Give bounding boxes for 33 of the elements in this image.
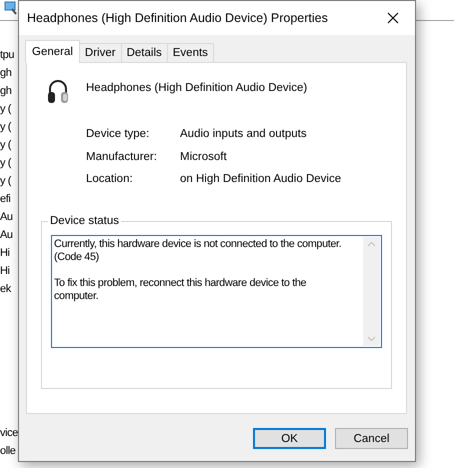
dialog-button[interactable]: Cancel [335,428,408,449]
tree-item-text: vice [0,426,18,441]
group-title: Device status [48,214,122,228]
property-label: Location: [86,172,134,187]
tree-item-text: y ( [0,174,12,189]
tree-item-text: y ( [0,156,12,171]
tab[interactable]: General [25,40,80,63]
property-value: Audio inputs and outputs [180,127,307,142]
headphones-icon [47,78,69,106]
window-title: Headphones (High Definition Audio Device) Properties [27,10,329,27]
tree-item-text: y ( [0,102,12,117]
device-name: Headphones (High Definition Audio Device) [86,81,308,96]
property-label: Device type: [86,127,150,142]
search-icon[interactable] [4,1,18,15]
tree-item-text: Au [0,228,13,243]
property-value: on High Definition Audio Device [180,172,342,187]
tree-item-text: tpu [0,48,14,63]
tree-item-text: Hi [0,264,10,279]
property-value: Microsoft [180,150,227,164]
close-icon[interactable] [387,12,399,24]
tree-item-text: efi [0,192,10,207]
tree-item-text: y ( [0,120,12,135]
tree-item-text: olle [0,444,16,459]
property-label: Manufacturer: [86,150,158,164]
tree-item-text: gh [0,66,12,81]
tree-item-text: ek [0,282,11,297]
tree-item-text: y ( [0,138,12,153]
status-text-field[interactable]: Currently, this hardware device is not connected to the computer. (Code 45) To fix this problem, reconnect this hardware device to the computer. [51,234,382,348]
tab[interactable]: Events [166,43,214,62]
dialog-button[interactable]: OK [253,428,326,449]
tree-item-text: Hi [0,246,10,261]
tree-item-text: Au [0,210,13,225]
tree-item-text: gh [0,84,12,99]
